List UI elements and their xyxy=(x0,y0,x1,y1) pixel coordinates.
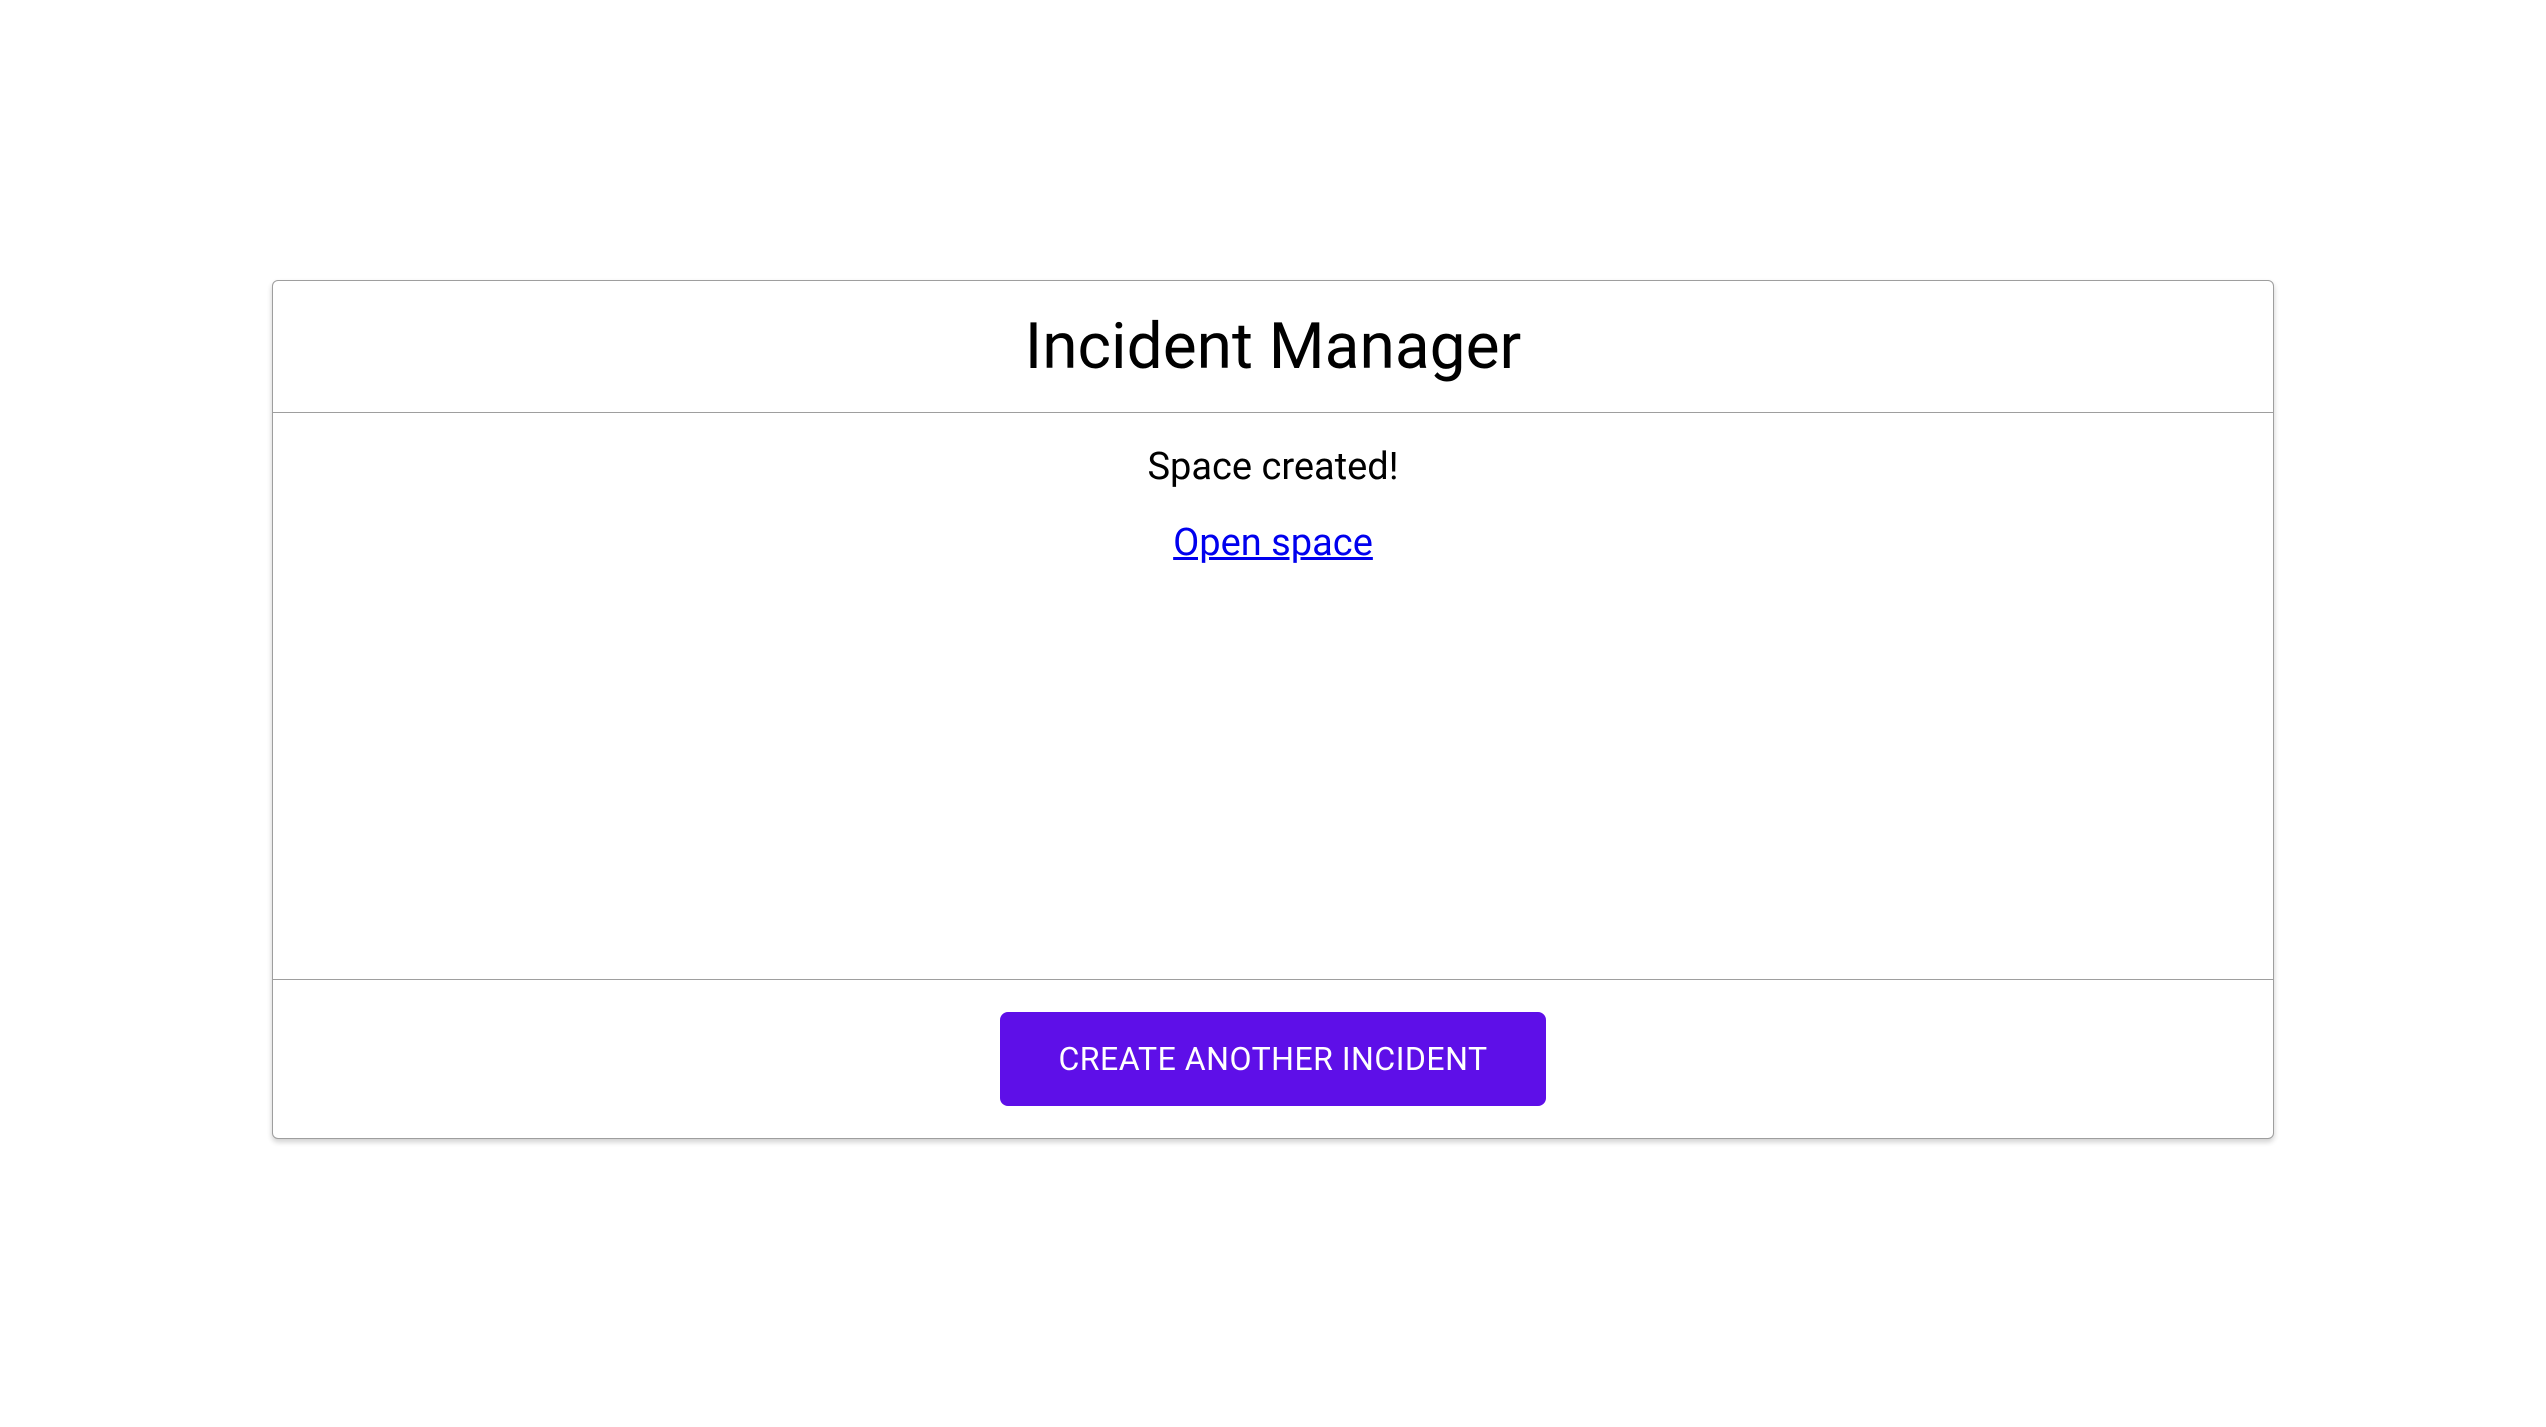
status-message: Space created! xyxy=(273,445,2273,489)
card-body: Space created! Open space xyxy=(273,413,2273,980)
card-footer: CREATE ANOTHER INCIDENT xyxy=(273,980,2273,1138)
create-another-incident-button[interactable]: CREATE ANOTHER INCIDENT xyxy=(1000,1012,1545,1106)
page-title: Incident Manager xyxy=(273,309,2273,384)
card-header: Incident Manager xyxy=(273,281,2273,413)
open-space-link[interactable]: Open space xyxy=(1173,521,1373,565)
incident-manager-card: Incident Manager Space created! Open spa… xyxy=(272,280,2274,1139)
